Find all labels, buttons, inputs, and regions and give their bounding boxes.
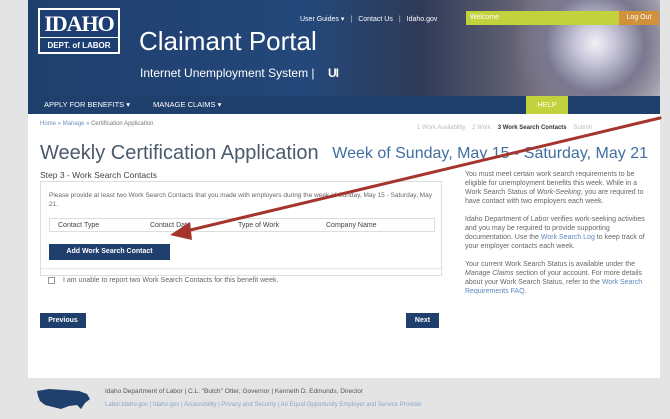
logout-button[interactable]: Log Out [619,11,659,25]
welcome-text: Welcome [470,14,500,21]
unable-to-report-row[interactable]: I am unable to report two Work Search Co… [48,277,278,284]
idaho-gov-link[interactable]: Idaho.gov [401,16,444,23]
column-company-name: Company Name [326,222,377,229]
step-work-availability: 1 Work Availability [417,125,466,131]
footer-credits: Idaho Department of Labor | C.L. "Butch"… [105,388,364,395]
previous-button[interactable]: Previous [40,313,86,328]
step-heading: Step 3 - Work Search Contacts [40,170,158,180]
nav-help-button[interactable]: HELP [526,96,568,114]
breadcrumb-separator: » [57,121,62,127]
us-map-icon [37,389,90,409]
sidebar-text: . [524,288,527,295]
sidebar-paragraph: Idaho Department of Labor verifies work-… [465,215,655,251]
contact-us-link[interactable]: Contact Us [352,16,399,23]
page-title: Weekly Certification Application [40,142,319,164]
column-contact-type: Contact Type [58,222,100,229]
footer: Idaho Department of Labor | C.L. "Butch"… [0,378,670,419]
content-card: IDAHO DEPT. of LABOR Claimant Portal Int… [28,0,660,378]
portal-subtitle: Internet Unemployment System | [140,66,315,80]
work-search-log-link[interactable]: Work Search Log [541,234,595,241]
user-guides-link[interactable]: User Guides ▾ [294,15,350,23]
breadcrumb-current: Certification Application [91,121,154,127]
column-type-of-work: Type of Work [238,222,280,229]
sidebar-paragraph: Your current Work Search Status is avail… [465,260,655,296]
step-submit: Submit [573,125,592,131]
breadcrumb-separator: » [86,121,90,127]
breadcrumb-home[interactable]: Home [40,121,56,127]
unable-to-report-label: I am unable to report two Work Search Co… [63,277,279,284]
main-nav: APPLY FOR BENEFITS ▾ MANAGE CLAIMS ▾ HEL… [28,96,660,114]
contacts-table-header: Contact Type Contact Date Type of Work C… [49,218,435,232]
breadcrumb-manage[interactable]: Manage [63,121,85,127]
welcome-bar: Welcome Log Out [466,11,659,25]
logo-dept-text: DEPT. of LABOR [40,37,118,52]
ui-mark: UI [328,66,339,80]
sidebar-emphasis: Manage Claims [465,270,514,277]
sidebar-paragraph: You must meet certain work search requir… [465,170,655,206]
step-indicator: 1 Work Availability 2 Work 3 Work Search… [417,125,592,131]
top-links: User Guides ▾ | Contact Us | Idaho.gov [294,11,443,27]
sidebar-text: Your current Work Search Status is avail… [465,261,636,268]
header-banner: IDAHO DEPT. of LABOR Claimant Portal Int… [28,0,660,96]
nav-manage-claims[interactable]: MANAGE CLAIMS ▾ [153,100,221,109]
logo-idaho-text: IDAHO [40,10,118,37]
idaho-dol-logo[interactable]: IDAHO DEPT. of LABOR [38,8,120,54]
column-contact-date: Contact Date [150,222,191,229]
portal-title: Claimant Portal [139,26,317,56]
instructions-text: Please provide at least two Work Search … [49,192,432,208]
info-sidebar: You must meet certain work search requir… [465,170,655,305]
unable-to-report-checkbox[interactable] [48,277,55,284]
step-work: 2 Work [472,125,492,131]
nav-apply-for-benefits[interactable]: APPLY FOR BENEFITS ▾ [44,100,130,109]
step-work-search-contacts: 3 Work Search Contacts [497,125,567,131]
footer-links[interactable]: Labor.Idaho.gov | Idaho.gov | Accessibil… [105,402,422,408]
divider [41,268,443,269]
next-button[interactable]: Next [406,313,439,328]
work-search-form: Step 3 - Work Search Contacts Please pro… [40,170,443,290]
breadcrumb: Home » Manage » Certification Applicatio… [40,121,153,127]
form-box: Please provide at least two Work Search … [40,181,443,276]
week-range: Week of Sunday, May 15 - Saturday, May 2… [332,145,648,162]
add-work-search-contact-button[interactable]: Add Work Search Contact [49,244,170,260]
sidebar-emphasis: Work-Seeking [536,189,581,196]
page: IDAHO DEPT. of LABOR Claimant Portal Int… [0,0,670,419]
